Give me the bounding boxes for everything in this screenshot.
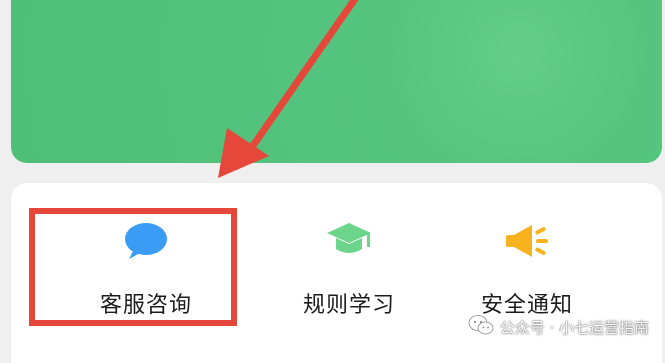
watermark: 公众号 · 小七运营指南 [468,314,649,340]
customer-service-button[interactable]: 客服咨询 [46,183,246,333]
graduation-cap-icon [325,221,373,263]
rules-learning-label: 规则学习 [302,293,395,318]
wechat-icon [468,314,494,340]
chat-bubble-icon [123,221,169,265]
customer-service-label: 客服咨询 [99,293,192,318]
watermark-text: 公众号 · 小七运营指南 [499,318,649,337]
rules-learning-button[interactable]: 规则学习 [249,183,449,333]
safety-notice-button[interactable]: 安全通知 [427,183,627,333]
megaphone-icon [502,221,552,265]
green-banner[interactable] [11,0,662,163]
